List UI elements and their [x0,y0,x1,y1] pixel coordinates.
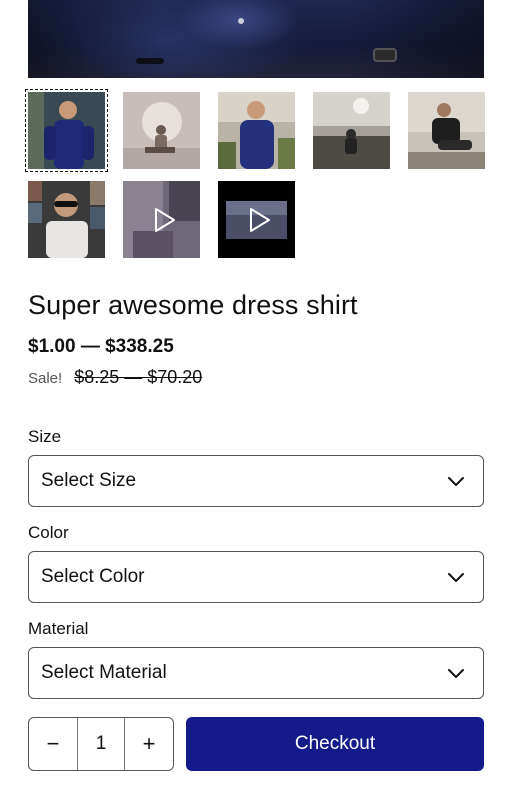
product-title: Super awesome dress shirt [28,290,358,320]
quantity-stepper: − 1 + [28,717,174,771]
increment-button[interactable]: + [125,718,173,770]
material-label: Material [28,619,89,638]
chevron-down-icon [448,573,464,582]
thumbnail-3-image [218,92,295,169]
thumbnail-8-image [218,181,295,258]
quantity-value[interactable]: 1 [77,718,125,770]
material-select[interactable]: Select Material [28,647,484,699]
size-select-value: Select Size [41,470,137,491]
thumbnail-5[interactable] [408,92,485,169]
chevron-down-icon [448,477,464,486]
thumbnail-8-video[interactable] [218,181,295,258]
material-select-value: Select Material [41,662,167,683]
size-select[interactable]: Select Size [28,455,484,507]
thumbnail-6[interactable] [28,181,105,258]
product-main-image [28,0,484,78]
thumbnail-1[interactable] [25,89,108,172]
thumbnail-2-image [123,92,200,169]
wristband [136,58,164,64]
color-select-value: Select Color [41,566,145,587]
thumbnail-1-image [28,92,105,169]
thumbnail-7-video[interactable] [123,181,200,258]
color-label: Color [28,523,69,542]
color-select[interactable]: Select Color [28,551,484,603]
original-price-range: $8.25 — $70.20 [74,367,203,387]
main-image-shade [28,0,484,78]
chevron-down-icon [448,669,464,678]
checkout-button[interactable]: Checkout [186,717,484,771]
decrement-button[interactable]: − [29,718,77,770]
product-price-range: $1.00 — $338.25 [28,336,174,357]
thumbnail-6-image [28,181,105,258]
thumbnail-7-image [123,181,200,258]
thumbnail-3[interactable] [218,92,295,169]
size-label: Size [28,427,62,446]
shirt-button [238,18,244,24]
sale-badge: Sale! [28,370,63,387]
thumbnail-5-image [408,92,485,169]
thumbnail-2[interactable] [123,92,200,169]
wristwatch [373,48,397,62]
thumbnail-4[interactable] [313,92,390,169]
sale-price-row: Sale! $8.25 — $70.20 [28,367,202,389]
thumbnail-4-image [313,92,390,169]
